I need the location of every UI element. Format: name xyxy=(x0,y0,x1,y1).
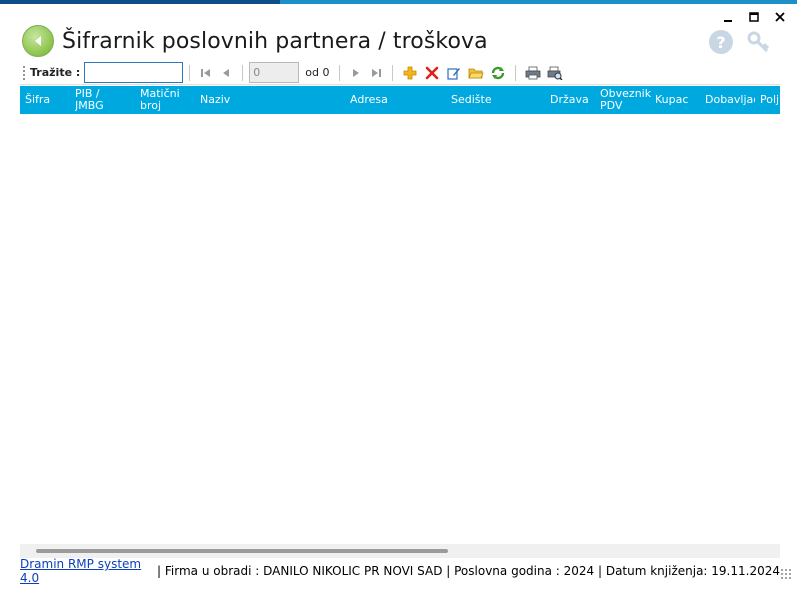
window-controls xyxy=(719,8,789,26)
column-header-adresa[interactable]: Adresa xyxy=(350,86,445,114)
close-icon xyxy=(775,12,785,22)
status-bar: Dramin RMP system 4.0 | Firma u obradi :… xyxy=(20,557,792,585)
column-header-maticni-broj[interactable]: Matični broj xyxy=(140,86,190,114)
toolbar-separator xyxy=(339,64,341,81)
help-icon[interactable]: ? xyxy=(709,30,733,54)
maximize-button[interactable] xyxy=(745,8,763,26)
column-header-sediste[interactable]: Sedište xyxy=(451,86,546,114)
toolbar: Tražite : od 0 xyxy=(20,61,780,85)
last-page-button[interactable] xyxy=(366,63,386,83)
add-icon xyxy=(404,66,417,79)
app-version-link[interactable]: Dramin RMP system 4.0 xyxy=(20,557,157,585)
column-header-sifra[interactable]: Šifra xyxy=(25,86,70,114)
next-page-button[interactable] xyxy=(346,63,366,83)
toolbar-separator xyxy=(242,64,244,81)
column-header-obveznik-pdv[interactable]: Obveznik PDV xyxy=(600,86,652,114)
help-icons: ? xyxy=(709,30,773,54)
toolbar-separator xyxy=(392,64,394,81)
search-label: Tražite : xyxy=(30,66,81,79)
column-header-pib-jmbg[interactable]: PIB / JMBG xyxy=(75,86,119,114)
toolbar-separator xyxy=(189,64,191,81)
resize-grip[interactable] xyxy=(780,568,792,580)
print-button[interactable] xyxy=(522,63,544,83)
delete-button[interactable] xyxy=(421,63,443,83)
column-header-naziv[interactable]: Naziv xyxy=(200,86,340,114)
open-folder-button[interactable] xyxy=(465,63,487,83)
first-page-button[interactable] xyxy=(196,63,216,83)
top-accent-bar xyxy=(0,0,797,4)
refresh-icon xyxy=(492,66,505,79)
edit-button[interactable] xyxy=(443,63,465,83)
delete-icon xyxy=(426,66,439,79)
grid-header: Šifra PIB / JMBG Matični broj Naziv Adre… xyxy=(20,86,780,114)
grid-body[interactable] xyxy=(20,114,780,544)
minimize-icon xyxy=(724,20,732,22)
minimize-button[interactable] xyxy=(719,8,737,26)
top-accent-dark-segment xyxy=(0,0,280,4)
key-icon[interactable] xyxy=(745,30,773,54)
toolbar-grip[interactable] xyxy=(22,64,26,81)
column-header-polj[interactable]: Polj xyxy=(760,86,780,114)
page-count-label: od 0 xyxy=(305,66,330,79)
title-bar: Šifrarnik poslovnih partnera / troškova xyxy=(22,25,488,57)
next-page-icon xyxy=(353,68,360,77)
prev-page-icon xyxy=(223,68,230,77)
edit-icon xyxy=(447,67,461,80)
page-number-input[interactable] xyxy=(249,62,300,83)
back-arrow-icon xyxy=(35,36,41,46)
refresh-button[interactable] xyxy=(487,63,509,83)
scrollbar-thumb[interactable] xyxy=(36,549,448,553)
first-page-icon xyxy=(201,68,211,77)
page-title: Šifrarnik poslovnih partnera / troškova xyxy=(62,28,488,54)
back-button[interactable] xyxy=(22,25,54,57)
maximize-icon xyxy=(749,12,759,22)
toolbar-separator xyxy=(515,64,517,81)
horizontal-scrollbar[interactable] xyxy=(20,544,780,558)
print-icon xyxy=(526,66,541,79)
column-header-kupac[interactable]: Kupac xyxy=(655,86,701,114)
close-button[interactable] xyxy=(771,8,789,26)
prev-page-button[interactable] xyxy=(216,63,236,83)
last-page-icon xyxy=(372,68,382,77)
column-header-dobavljac[interactable]: Dobavljač xyxy=(705,86,755,114)
print-preview-icon xyxy=(548,66,564,80)
open-folder-icon xyxy=(468,68,485,78)
column-header-drzava[interactable]: Država xyxy=(550,86,598,114)
search-input[interactable] xyxy=(84,62,184,83)
status-info: | Firma u obradi : DANILO NIKOLIC PR NOV… xyxy=(157,564,780,578)
print-preview-button[interactable] xyxy=(544,63,566,83)
add-button[interactable] xyxy=(399,63,421,83)
